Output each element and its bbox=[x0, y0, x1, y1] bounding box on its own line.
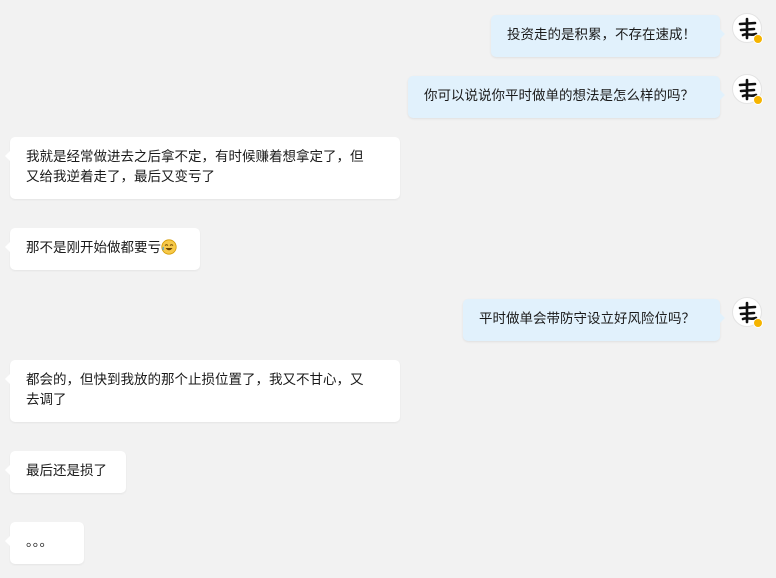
incoming-message: 都会的，但快到我放的那个止损位置了，我又不甘心，又 去调了 bbox=[5, 360, 400, 422]
message-text-line: 又给我逆着走了，最后又变亏了 bbox=[26, 169, 215, 185]
incoming-message: 我就是经常做进去之后拿不定，有时候赚着想拿定了，但 又给我逆着走了，最后又变亏了 bbox=[5, 137, 400, 199]
message-text: 。。。 bbox=[26, 534, 53, 550]
outgoing-message: 平时做单会带防守设立好风险位吗？ bbox=[463, 299, 725, 341]
verified-badge-icon bbox=[753, 318, 763, 328]
user-avatar[interactable] bbox=[732, 297, 763, 328]
laughing-emoji-icon bbox=[161, 239, 177, 255]
incoming-message: 。。。 bbox=[5, 522, 84, 564]
message-text: 你可以说说你平时做单的想法是怎么样的吗？ bbox=[424, 88, 694, 104]
user-avatar[interactable] bbox=[732, 13, 763, 44]
message-text: 平时做单会带防守设立好风险位吗？ bbox=[479, 311, 695, 327]
verified-badge-icon bbox=[753, 34, 763, 44]
outgoing-message: 你可以说说你平时做单的想法是怎么样的吗？ bbox=[408, 76, 725, 118]
outgoing-message: 投资走的是积累，不存在速成！ bbox=[491, 15, 725, 57]
incoming-message: 最后还是损了 bbox=[5, 451, 126, 493]
message-text-line: 去调了 bbox=[26, 392, 67, 408]
message-text: 最后还是损了 bbox=[26, 463, 107, 479]
message-text-line: 我就是经常做进去之后拿不定，有时候赚着想拿定了，但 bbox=[26, 149, 364, 165]
message-text: 投资走的是积累，不存在速成！ bbox=[507, 27, 696, 43]
incoming-message: 那不是刚开始做都要亏 bbox=[5, 228, 200, 270]
verified-badge-icon bbox=[753, 95, 763, 105]
message-text: 那不是刚开始做都要亏 bbox=[26, 240, 161, 256]
message-text-line: 都会的，但快到我放的那个止损位置了，我又不甘心，又 bbox=[26, 372, 364, 388]
user-avatar[interactable] bbox=[732, 74, 763, 105]
